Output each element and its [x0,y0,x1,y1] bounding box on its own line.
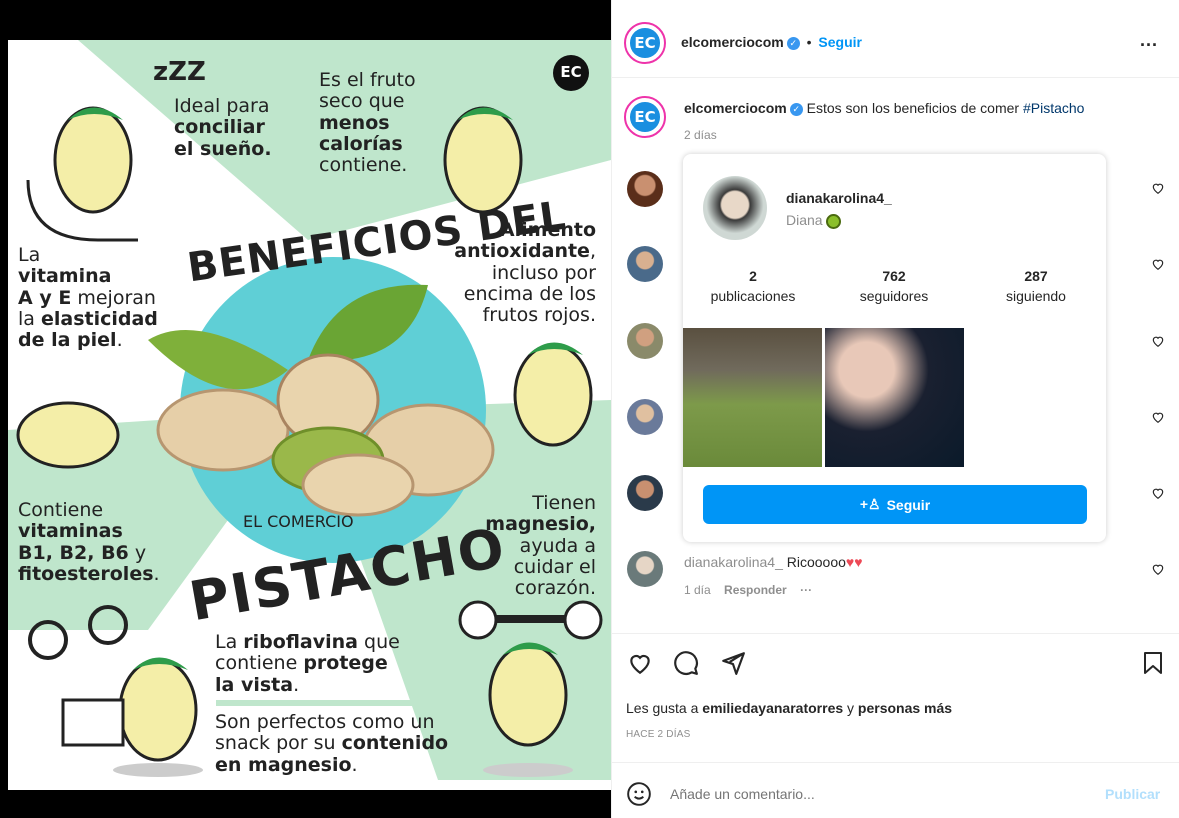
more-options-icon[interactable]: ... [1140,30,1158,51]
text-sleep: Ideal para conciliar el sueño. [174,95,272,160]
profile-name-row: Diana [786,212,842,229]
text-skin: La vitamina A y E mejoran la elasticidad de … [18,244,158,352]
divider [611,633,1179,634]
profile-follow-button[interactable]: +♙ Seguir [703,485,1087,524]
profile-username[interactable]: dianakarolina4_ [786,190,892,206]
post-media[interactable]: zZZ EC BENEFICIOS DEL PISTACHO EL COMERC… [0,0,611,818]
verified-icon: ✓ [789,102,803,116]
stat-posts[interactable]: 2 publicaciones [683,268,823,304]
caption: elcomerciocom ✓ Estos son los beneficios … [684,100,1084,116]
text-fruit: Es el fruto seco que menos calorías contiene… [319,69,416,177]
heart-emoji: ♥♥ [845,554,863,570]
reply-button[interactable]: Responder [724,583,787,597]
caption-username[interactable]: elcomerciocom [684,100,787,116]
caption-text: Estos son los beneficios de comer [806,100,1023,116]
comment-text: Ricooooo [786,554,846,570]
divider [611,762,1179,763]
profile-name: Diana [786,212,823,228]
comment-avatar[interactable] [627,323,663,359]
text-riboflavina: La riboflavina que contiene protege la v… [215,631,400,696]
likes-more-link[interactable]: personas más [858,700,952,716]
user-hover-card: dianakarolina4_ Diana 2 publicaciones 762… [683,154,1106,542]
post-date: HACE 2 DÍAS [626,729,691,740]
comment-username[interactable]: dianakarolina4_ [684,554,783,570]
stat-following[interactable]: 287 siguiendo [966,268,1106,304]
save-icon[interactable] [1141,650,1165,676]
share-icon[interactable] [720,650,746,676]
comment-input[interactable] [670,782,1070,806]
comment-avatar[interactable] [627,246,663,282]
comment-avatar[interactable] [627,399,663,435]
caption-time: 2 días [684,128,717,142]
header-avatar[interactable]: EC [624,22,666,64]
svg-text:zZZ: zZZ [153,57,206,87]
emoji-icon[interactable] [626,781,652,807]
post-header: elcomerciocom ✓ • Seguir [681,34,862,50]
like-comment-icon[interactable] [1151,334,1165,348]
kiwi-emoji-icon [826,213,842,229]
comment-time: 1 día [684,583,711,597]
brand-label: EL COMERCIO [243,512,354,531]
text-snack: Son perfectos como un snack por su conte… [215,711,449,776]
header-username[interactable]: elcomerciocom [681,34,784,50]
comment-avatar[interactable] [627,551,663,587]
comment-more-icon[interactable]: ··· [800,583,812,597]
comment-meta: 1 día Responder ··· [684,583,812,597]
comment-avatar[interactable] [627,475,663,511]
comment-row: dianakarolina4_ Ricooooo♥♥ [684,554,863,570]
profile-avatar[interactable] [703,176,767,240]
text-antioxidante: Alimento antioxidante, incluso por encima d… [454,219,596,327]
profile-post-thumbnail[interactable] [825,328,964,467]
profile-post-thumbnail[interactable] [683,328,822,467]
verified-icon: ✓ [786,36,800,50]
like-comment-icon[interactable] [1151,562,1165,576]
like-comment-icon[interactable] [1151,486,1165,500]
like-comment-icon[interactable] [1151,181,1165,195]
header-follow-button[interactable]: Seguir [818,34,862,50]
text-vitaminas: Contiene vitaminas B1, B2, B6 y fitoesterol… [18,499,160,585]
pistacho-infographic: zZZ EC BENEFICIOS DEL PISTACHO EL COMERC… [8,40,611,790]
header-dot: • [806,34,812,50]
add-user-icon: +♙ [859,496,881,512]
text-magnesio: Tienen magnesio, ayuda a cuidar el corazón. [485,492,596,600]
divider [611,77,1179,78]
like-comment-icon[interactable] [1151,257,1165,271]
caption-avatar[interactable]: EC [624,96,666,138]
comment-icon[interactable] [673,650,699,676]
publish-button[interactable]: Publicar [1105,786,1160,802]
stat-followers[interactable]: 762 seguidores [824,268,964,304]
like-icon[interactable] [626,650,654,676]
like-comment-icon[interactable] [1151,410,1165,424]
likes-user-link[interactable]: emiliedayanaratorres [702,700,843,716]
hashtag-link[interactable]: #Pistacho [1023,100,1084,116]
comment-avatar[interactable] [627,171,663,207]
likes-line: Les gusta a emiliedayanaratorres y perso… [626,700,953,716]
ec-logo: EC [560,63,582,81]
